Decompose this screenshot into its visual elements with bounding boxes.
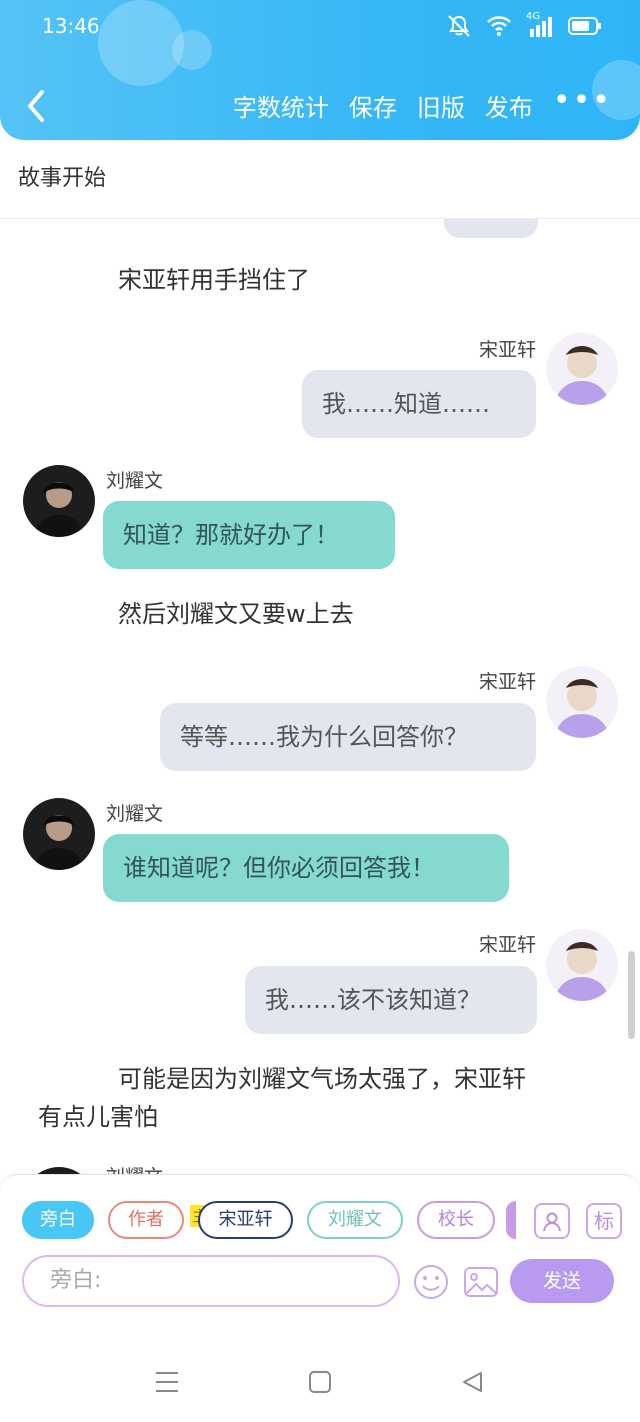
narration-text[interactable]: 可能是因为刘耀文气场太强了，宋亚轩 有点儿害怕 [38,1060,618,1136]
narration-line: 可能是因为刘耀文气场太强了，宋亚轩 [118,1065,526,1093]
signal-label: 4G [526,11,541,22]
publish-button[interactable]: 发布 [485,88,533,123]
emoji-icon[interactable] [412,1263,450,1301]
home-square-icon[interactable] [308,1370,332,1394]
avatar-liu-yaowen[interactable] [23,465,95,537]
menu-icon[interactable] [154,1370,180,1394]
message-bubble-partial[interactable] [444,219,538,238]
role-chip-song-yaxuan[interactable]: 宋亚轩 [198,1201,293,1239]
back-arrow-icon[interactable] [22,86,52,126]
speaker-name: 宋亚轩 [478,934,536,956]
more-menu-button[interactable]: ••• [553,85,612,121]
avatar-liu-yaowen[interactable] [23,1167,95,1174]
app-header: 13:46 4G 字数统计 保存 旧版 发布 ••• [0,0,640,140]
avatar-song-yaxuan[interactable] [546,333,618,405]
decorative-bubble [172,30,212,70]
mark-button[interactable]: 标 [586,1203,622,1239]
battery-icon [568,17,601,35]
wifi-icon [487,16,511,36]
decorative-bubble [98,0,184,86]
message-bubble[interactable]: 谁知道呢？但你必须回答我！ [103,834,509,902]
message-bubble[interactable]: 我……知道…… [302,370,536,438]
save-button[interactable]: 保存 [349,88,397,123]
message-bubble[interactable]: 等等……我为什么回答你？ [160,703,536,771]
status-icons: 4G [446,11,602,38]
send-button[interactable]: 发送 [510,1259,614,1303]
chat-content[interactable]: 宋亚轩用手挡住了 宋亚轩 我……知道…… 刘耀文 知道？那就好办了！ 然后刘耀文… [0,219,640,1174]
character-card-icon[interactable] [534,1203,570,1239]
speaker-name: 宋亚轩 [478,339,536,361]
message-bubble[interactable]: 知道？那就好办了！ [103,501,395,569]
composer-panel: 旁白 作者 主 宋亚轩 刘耀文 校长 标 旁白: 发送 [0,1174,640,1310]
role-chip-narrator[interactable]: 旁白 [22,1201,94,1239]
header-toolbar: 字数统计 保存 旧版 发布 ••• [233,85,612,123]
speaker-name: 刘耀文 [106,1162,163,1174]
speaker-name: 宋亚轩 [478,671,536,693]
story-title[interactable]: 故事开始 [18,160,106,192]
role-chip-principal[interactable]: 校长 [417,1201,495,1239]
back-triangle-icon[interactable] [460,1370,484,1394]
avatar-song-yaxuan[interactable] [546,929,618,1001]
narration-input[interactable]: 旁白: [22,1255,400,1307]
speaker-name: 刘耀文 [106,803,164,825]
old-version-button[interactable]: 旧版 [417,88,465,123]
mute-bell-icon [448,15,470,37]
message-bubble[interactable]: 我……该不该知道？ [245,966,537,1034]
speaker-name: 刘耀文 [106,470,164,492]
role-chip-liu-yaowen[interactable]: 刘耀文 [307,1201,403,1239]
system-nav-bar [0,1310,640,1422]
narration-text[interactable]: 然后刘耀文又要w上去 [118,595,354,633]
role-chip-author[interactable]: 作者 [108,1201,184,1239]
narration-line: 有点儿害怕 [38,1103,158,1131]
narration-text[interactable]: 宋亚轩用手挡住了 [118,261,310,299]
signal-icon: 4G [526,11,554,37]
role-chip-partial[interactable] [506,1201,516,1239]
scrollbar[interactable] [628,951,635,1039]
avatar-liu-yaowen[interactable] [23,798,95,870]
avatar-song-yaxuan[interactable] [546,666,618,738]
image-icon[interactable] [462,1263,500,1301]
status-time: 13:46 [42,14,100,38]
word-count-button[interactable]: 字数统计 [233,88,329,123]
